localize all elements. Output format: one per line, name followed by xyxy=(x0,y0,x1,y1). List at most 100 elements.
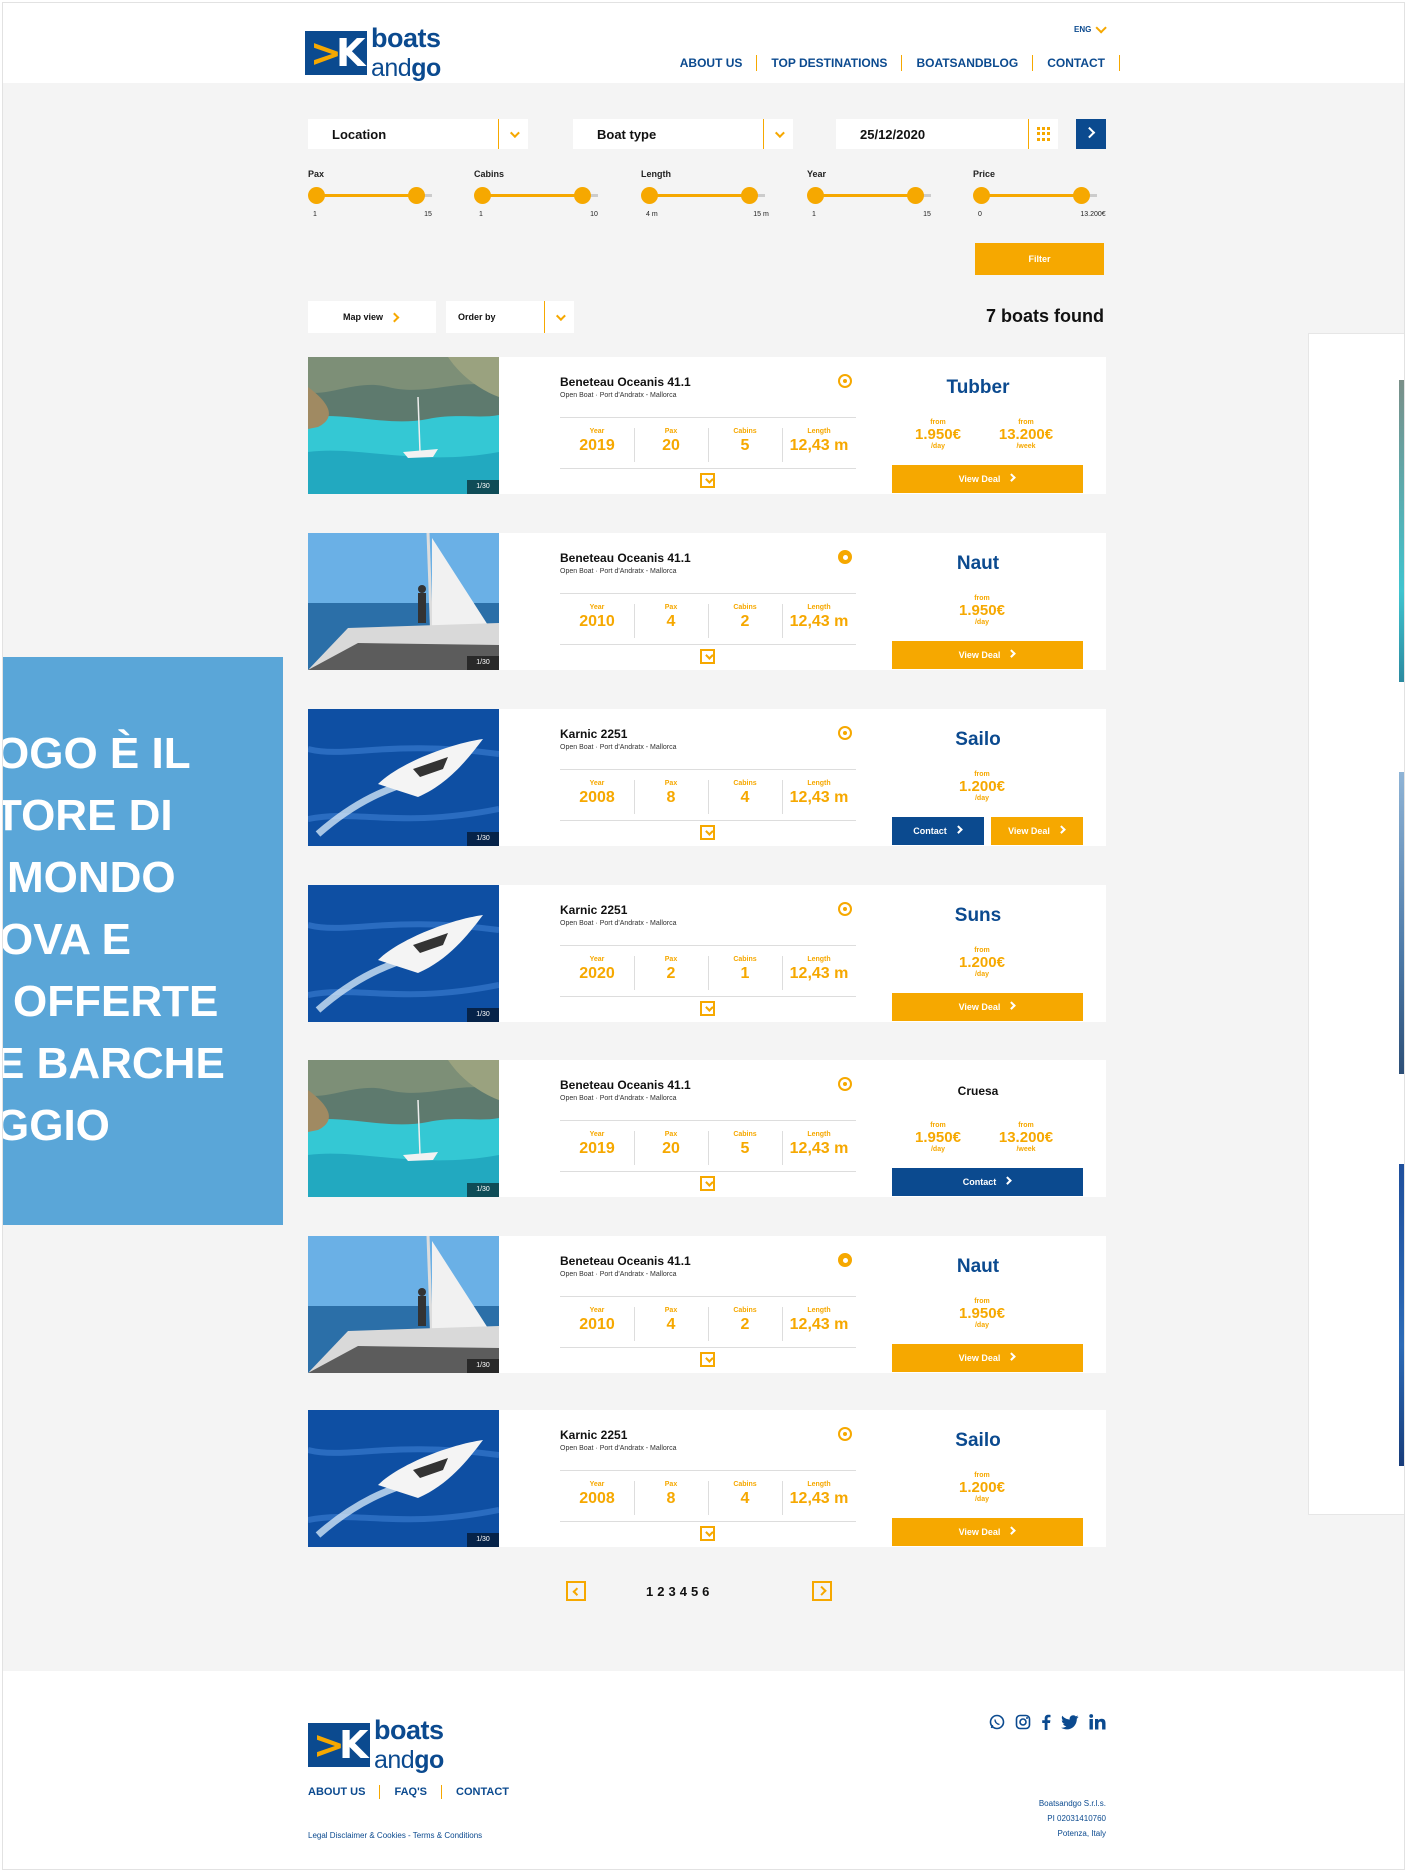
expand-details-button[interactable] xyxy=(700,1176,715,1191)
legal-links[interactable]: Legal Disclaimer & Cookies - Terms & Con… xyxy=(308,1831,482,1840)
favorite-heart-icon[interactable] xyxy=(838,726,852,740)
page-link[interactable]: 1 xyxy=(646,1584,653,1599)
price-value: 1.950€ xyxy=(959,1305,1005,1322)
facebook-icon[interactable] xyxy=(1041,1714,1051,1730)
company-name: Boatsandgo S.r.l.s. xyxy=(1038,1799,1106,1808)
favorite-heart-icon[interactable] xyxy=(838,1077,852,1091)
range-max-handle[interactable] xyxy=(741,187,758,204)
pagination-prev-button[interactable] xyxy=(566,1581,586,1601)
boat-photo[interactable]: 1/30 xyxy=(308,533,499,670)
view-deal-button[interactable]: View Deal xyxy=(892,993,1083,1021)
range-price: Price 0 13.200€ xyxy=(973,169,1106,221)
page-link[interactable]: 2 xyxy=(657,1584,664,1599)
footer-nav-contact[interactable]: CONTACT xyxy=(442,1785,523,1799)
boat-photo[interactable]: 1/30 xyxy=(308,1060,499,1197)
range-min-handle[interactable] xyxy=(474,187,491,204)
favorite-heart-icon[interactable] xyxy=(838,550,852,564)
favorite-heart-icon[interactable] xyxy=(838,1253,852,1267)
nav-contact[interactable]: CONTACT xyxy=(1033,55,1120,71)
provider-logo: Naut xyxy=(956,1256,1000,1277)
chevron-down-icon xyxy=(704,1002,714,1012)
boat-title[interactable]: Karnic 2251 xyxy=(560,1428,627,1442)
favorite-heart-icon[interactable] xyxy=(838,902,852,916)
boat-title[interactable]: Beneteau Oceanis 41.1 xyxy=(560,1254,691,1268)
boat-title[interactable]: Beneteau Oceanis 41.1 xyxy=(560,551,691,565)
location-select[interactable]: Location xyxy=(308,119,528,149)
boat-photo[interactable]: 1/30 xyxy=(308,1410,499,1547)
nav-about-us[interactable]: ABOUT US xyxy=(680,55,758,71)
linkedin-icon[interactable] xyxy=(1089,1714,1107,1730)
boat-title[interactable]: Beneteau Oceanis 41.1 xyxy=(560,1078,691,1092)
photo-counter: 1/30 xyxy=(467,1008,499,1022)
boat-photo[interactable]: 1/30 xyxy=(308,357,499,494)
site-logo[interactable]: > K boats andgo xyxy=(305,23,441,83)
expand-details-button[interactable] xyxy=(700,825,715,840)
boat-title[interactable]: Beneteau Oceanis 41.1 xyxy=(560,375,691,389)
order-by-select[interactable]: Order by xyxy=(446,301,574,333)
range-max-handle[interactable] xyxy=(574,187,591,204)
page-link[interactable]: 6 xyxy=(702,1584,709,1599)
view-deal-button[interactable]: View Deal xyxy=(892,641,1083,669)
photo-counter: 1/30 xyxy=(467,1359,499,1373)
expand-details-button[interactable] xyxy=(700,1526,715,1541)
footer-nav-about-us[interactable]: ABOUT US xyxy=(308,1785,381,1799)
favorite-heart-icon[interactable] xyxy=(838,374,852,388)
instagram-icon[interactable] xyxy=(1015,1714,1031,1730)
range-min-handle[interactable] xyxy=(308,187,325,204)
promo-banner[interactable]: OGO È IL TORE DI MONDO OVA E OFFERTE E B… xyxy=(3,657,283,1225)
company-vat: PI 02031410760 xyxy=(1047,1814,1106,1823)
search-button[interactable] xyxy=(1076,119,1106,149)
contact-button[interactable]: Contact xyxy=(892,817,984,845)
promo-line: OFFERTE xyxy=(13,977,219,1026)
date-picker[interactable]: 25/12/2020 xyxy=(836,119,1058,149)
range-min-handle[interactable] xyxy=(641,187,658,204)
pagination-next-button[interactable] xyxy=(812,1581,832,1601)
contact-button[interactable]: Contact xyxy=(892,1168,1083,1196)
promo-line: MONDO xyxy=(7,853,176,902)
boat-type-select[interactable]: Boat type xyxy=(573,119,793,149)
view-deal-button[interactable]: View Deal xyxy=(991,817,1083,845)
view-deal-button[interactable]: View Deal xyxy=(892,1518,1083,1546)
boat-photo[interactable]: 1/30 xyxy=(308,1236,499,1373)
boat-title[interactable]: Karnic 2251 xyxy=(560,727,627,741)
spec-cabins: Cabins 2 xyxy=(708,594,782,644)
expand-details-button[interactable] xyxy=(700,649,715,664)
spec-cabins: Cabins 2 xyxy=(708,1297,782,1347)
view-deal-button[interactable]: View Deal xyxy=(892,1344,1083,1372)
boat-photo[interactable]: 1/30 xyxy=(308,709,499,846)
range-min-handle[interactable] xyxy=(807,187,824,204)
chevron-right-icon xyxy=(1007,473,1017,482)
twitter-icon[interactable] xyxy=(1061,1714,1079,1730)
map-view-button[interactable]: Map view xyxy=(308,301,436,333)
footer-logo[interactable]: > K boats andgo xyxy=(308,1715,444,1775)
expand-details-button[interactable] xyxy=(700,473,715,488)
photo-counter: 1/30 xyxy=(467,656,499,670)
favorite-heart-icon[interactable] xyxy=(838,1427,852,1441)
boat-title[interactable]: Karnic 2251 xyxy=(560,903,627,917)
spec-year: Year 2019 xyxy=(579,1131,615,1157)
price-unit: /day xyxy=(974,1322,989,1329)
page-link[interactable]: 4 xyxy=(680,1584,687,1599)
expand-details-button[interactable] xyxy=(700,1001,715,1016)
range-min-handle[interactable] xyxy=(973,187,990,204)
range-max-handle[interactable] xyxy=(907,187,924,204)
boat-photo[interactable]: 1/30 xyxy=(308,885,499,1022)
logo-mark: > K xyxy=(308,1723,370,1767)
chevron-right-icon xyxy=(1007,1526,1017,1535)
nav-boatsandblog[interactable]: BOATSANDBLOG xyxy=(902,55,1034,71)
chevron-right-icon xyxy=(1007,1001,1017,1010)
nav-top-destinations[interactable]: TOP DESTINATIONS xyxy=(757,55,903,71)
expand-details-button[interactable] xyxy=(700,1352,715,1367)
footer-nav-faqs[interactable]: FAQ'S xyxy=(380,1785,443,1799)
chevron-right-icon xyxy=(816,1585,827,1596)
page-link[interactable]: 3 xyxy=(668,1584,675,1599)
page-frame: > K boats andgo ENG ABOUT US TOP DESTINAT… xyxy=(2,2,1405,1870)
page-link[interactable]: 5 xyxy=(691,1584,698,1599)
range-max-handle[interactable] xyxy=(408,187,425,204)
filter-button[interactable]: Filter xyxy=(975,243,1104,275)
provider-logo: Naut xyxy=(956,553,1000,574)
whatsapp-icon[interactable] xyxy=(989,1714,1005,1730)
language-selector[interactable]: ENG xyxy=(1074,21,1108,34)
view-deal-button[interactable]: View Deal xyxy=(892,465,1083,493)
range-max-handle[interactable] xyxy=(1073,187,1090,204)
